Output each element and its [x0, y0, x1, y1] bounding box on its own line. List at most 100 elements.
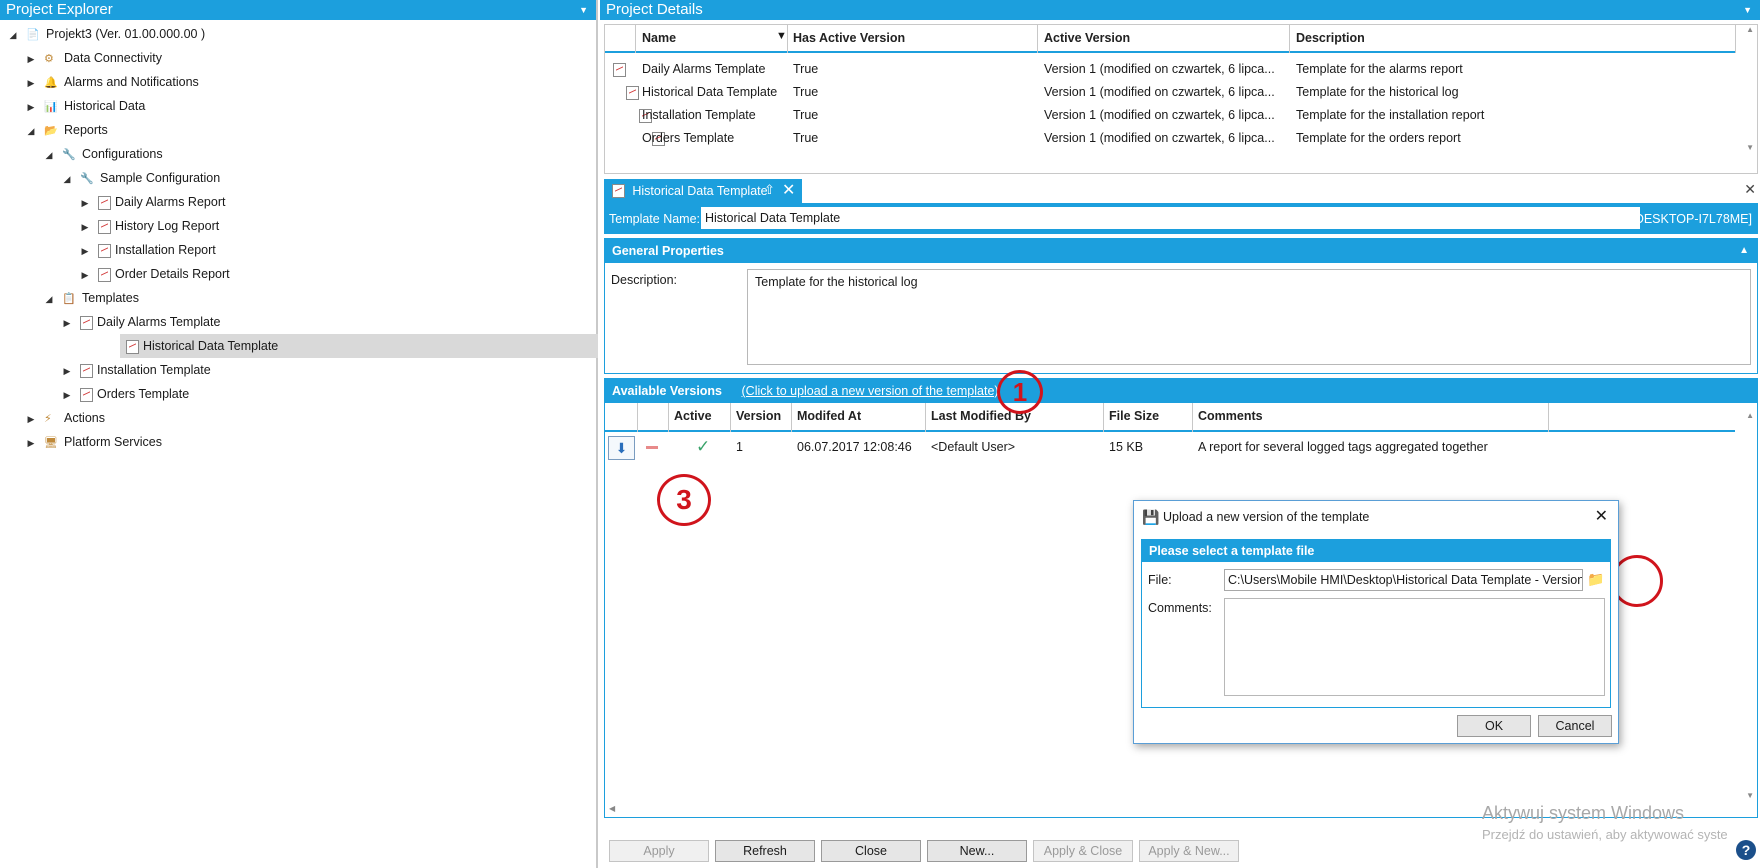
tree-item[interactable]: ▶ 📊 Historical Data — [0, 94, 620, 118]
active-version-cell[interactable]: Version 1 (modified on czwartek, 6 lipca… — [1044, 85, 1275, 99]
template-name-cell[interactable]: Daily Alarms Template — [642, 62, 765, 76]
has-active-version-cell[interactable]: True — [793, 131, 818, 145]
comments-input[interactable] — [1224, 598, 1605, 696]
column-header-version[interactable]: Version — [736, 409, 781, 423]
templates-folder-icon: 📋 — [62, 292, 76, 305]
dialog-close-icon[interactable]: ✕ — [1595, 506, 1608, 526]
description-cell[interactable]: Template for the historical log — [1296, 85, 1459, 99]
description-input[interactable]: Template for the historical log — [747, 269, 1751, 365]
tree-item[interactable]: ◢ 📂 Reports — [0, 118, 620, 142]
reports-folder-icon: 📂 — [44, 124, 58, 137]
expand-arrow-icon[interactable]: ▶ — [78, 191, 92, 215]
tree-item[interactable]: ▶ Daily Alarms Report — [0, 190, 674, 214]
scroll-down-icon[interactable]: ▼ — [1746, 143, 1754, 152]
column-header-comments[interactable]: Comments — [1198, 409, 1263, 423]
has-active-version-cell[interactable]: True — [793, 85, 818, 99]
active-version-cell[interactable]: Version 1 (modified on czwartek, 6 lipca… — [1044, 62, 1275, 76]
dialog-ok-button[interactable]: OK — [1457, 715, 1531, 737]
tree-item[interactable]: ◢ 🔧 Configurations — [0, 142, 638, 166]
expand-arrow-icon[interactable]: ▶ — [60, 383, 74, 407]
column-header-name[interactable]: Name — [642, 31, 676, 45]
tree-item[interactable]: ▶ 🔔 Alarms and Notifications — [0, 70, 620, 94]
apply-close-button[interactable]: Apply & Close — [1033, 840, 1133, 862]
tree-item-label: Alarms and Notifications — [64, 75, 199, 89]
expand-arrow-icon[interactable]: ▶ — [24, 407, 38, 431]
dialog-cancel-button[interactable]: Cancel — [1538, 715, 1612, 737]
report-icon — [612, 183, 625, 198]
column-header-file-size[interactable]: File Size — [1109, 409, 1159, 423]
file-path-input[interactable]: C:\Users\Mobile HMI\Desktop\Historical D… — [1224, 569, 1583, 591]
expand-arrow-icon[interactable]: ▶ — [24, 47, 38, 71]
tree-item[interactable]: ▶ ⚙ Data Connectivity — [0, 46, 620, 70]
expand-arrow-icon[interactable]: ▶ — [60, 311, 74, 335]
scroll-left-icon[interactable]: ◀ — [609, 804, 615, 813]
expand-arrow-icon[interactable]: ▶ — [78, 215, 92, 239]
column-header-active-version[interactable]: Active Version — [1044, 31, 1130, 45]
active-version-cell[interactable]: Version 1 (modified on czwartek, 6 lipca… — [1044, 108, 1275, 122]
report-icon — [126, 339, 139, 354]
tree-item[interactable]: ▶ Orders Template — [0, 382, 656, 406]
upload-new-version-link[interactable]: (Click to upload a new version of the te… — [742, 384, 999, 398]
tree-item[interactable]: ◢ 📄 Projekt3 (Ver. 01.00.000.00 ) — [0, 22, 602, 46]
tree-item[interactable]: ▶ Installation Template — [0, 358, 656, 382]
tab-historical-data-template[interactable]: Historical Data Template ⇧ ✕ — [604, 179, 802, 203]
collapse-icon[interactable]: ▲ — [1739, 239, 1749, 263]
expand-arrow-icon[interactable]: ▶ — [60, 359, 74, 383]
has-active-version-cell[interactable]: True — [793, 62, 818, 76]
apply-button[interactable]: Apply — [609, 840, 709, 862]
template-name-cell[interactable]: Installation Template — [642, 108, 756, 122]
download-version-button[interactable]: ⬇ — [608, 436, 635, 460]
close-editor-icon[interactable]: ✕ — [1744, 181, 1756, 198]
apply-new-button[interactable]: Apply & New... — [1139, 840, 1239, 862]
delete-version-icon[interactable] — [646, 446, 658, 449]
template-name-cell[interactable]: Historical Data Template — [642, 85, 777, 99]
expand-arrow-icon[interactable]: ▶ — [78, 239, 92, 263]
panel-menu-chevron-icon[interactable]: ▼ — [1743, 0, 1752, 20]
filter-icon[interactable]: ▼ — [776, 30, 787, 42]
column-header-active[interactable]: Active — [674, 409, 712, 423]
description-cell[interactable]: Template for the orders report — [1296, 131, 1461, 145]
scroll-down-icon[interactable]: ▼ — [1746, 791, 1754, 800]
template-name-input[interactable]: Historical Data Template — [701, 207, 1640, 229]
tab-label: Historical Data Template — [632, 184, 768, 198]
refresh-button[interactable]: Refresh — [715, 840, 815, 862]
column-header-has-active-version[interactable]: Has Active Version — [793, 31, 905, 45]
tree-item[interactable]: ◢ 📋 Templates — [0, 286, 638, 310]
tree-item[interactable]: ▶ History Log Report — [0, 214, 674, 238]
tree-item[interactable]: ▶ Installation Report — [0, 238, 674, 262]
description-cell[interactable]: Template for the installation report — [1296, 108, 1484, 122]
version-modified-at: 06.07.2017 12:08:46 — [797, 440, 912, 454]
column-header-description[interactable]: Description — [1296, 31, 1365, 45]
scroll-up-icon[interactable]: ▲ — [1746, 411, 1754, 420]
expand-arrow-icon[interactable]: ▶ — [24, 95, 38, 119]
column-header-modified-at[interactable]: Modifed At — [797, 409, 861, 423]
has-active-version-cell[interactable]: True — [793, 108, 818, 122]
tree-item[interactable]: ▶Historical Data Template — [120, 334, 598, 358]
tree-item[interactable]: ▶ Daily Alarms Template — [0, 310, 656, 334]
collapse-arrow-icon[interactable]: ◢ — [6, 23, 20, 47]
expand-arrow-icon[interactable]: ▶ — [24, 71, 38, 95]
close-tab-icon[interactable]: ✕ — [782, 180, 795, 200]
panel-menu-chevron-icon[interactable]: ▼ — [579, 0, 588, 20]
description-cell[interactable]: Template for the alarms report — [1296, 62, 1463, 76]
collapse-arrow-icon[interactable]: ◢ — [24, 119, 38, 143]
tree-item-label: History Log Report — [115, 219, 220, 233]
template-name-cell[interactable]: Orders Template — [642, 131, 734, 145]
new-button[interactable]: New... — [927, 840, 1027, 862]
active-version-cell[interactable]: Version 1 (modified on czwartek, 6 lipca… — [1044, 131, 1275, 145]
collapse-arrow-icon[interactable]: ◢ — [60, 167, 74, 191]
tree-item[interactable]: ◢ 🔧 Sample Configuration — [0, 166, 656, 190]
help-icon[interactable]: ? — [1736, 840, 1756, 860]
tree-item[interactable]: ▶ ⚡ Actions — [0, 406, 620, 430]
close-button[interactable]: Close — [821, 840, 921, 862]
folder-browse-icon[interactable]: 📁 — [1587, 571, 1604, 588]
expand-arrow-icon[interactable]: ▶ — [78, 263, 92, 287]
pin-icon[interactable]: ⇧ — [764, 182, 775, 198]
collapse-arrow-icon[interactable]: ◢ — [42, 143, 56, 167]
tree-item[interactable]: ▶ 🖥 Platform Services — [0, 430, 620, 454]
expand-arrow-icon[interactable]: ▶ — [24, 431, 38, 455]
scroll-up-icon[interactable]: ▲ — [1746, 25, 1754, 34]
tree-item[interactable]: ▶ Order Details Report — [0, 262, 674, 286]
general-properties-header[interactable]: General Properties ▲ — [605, 239, 1757, 263]
collapse-arrow-icon[interactable]: ◢ — [42, 287, 56, 311]
